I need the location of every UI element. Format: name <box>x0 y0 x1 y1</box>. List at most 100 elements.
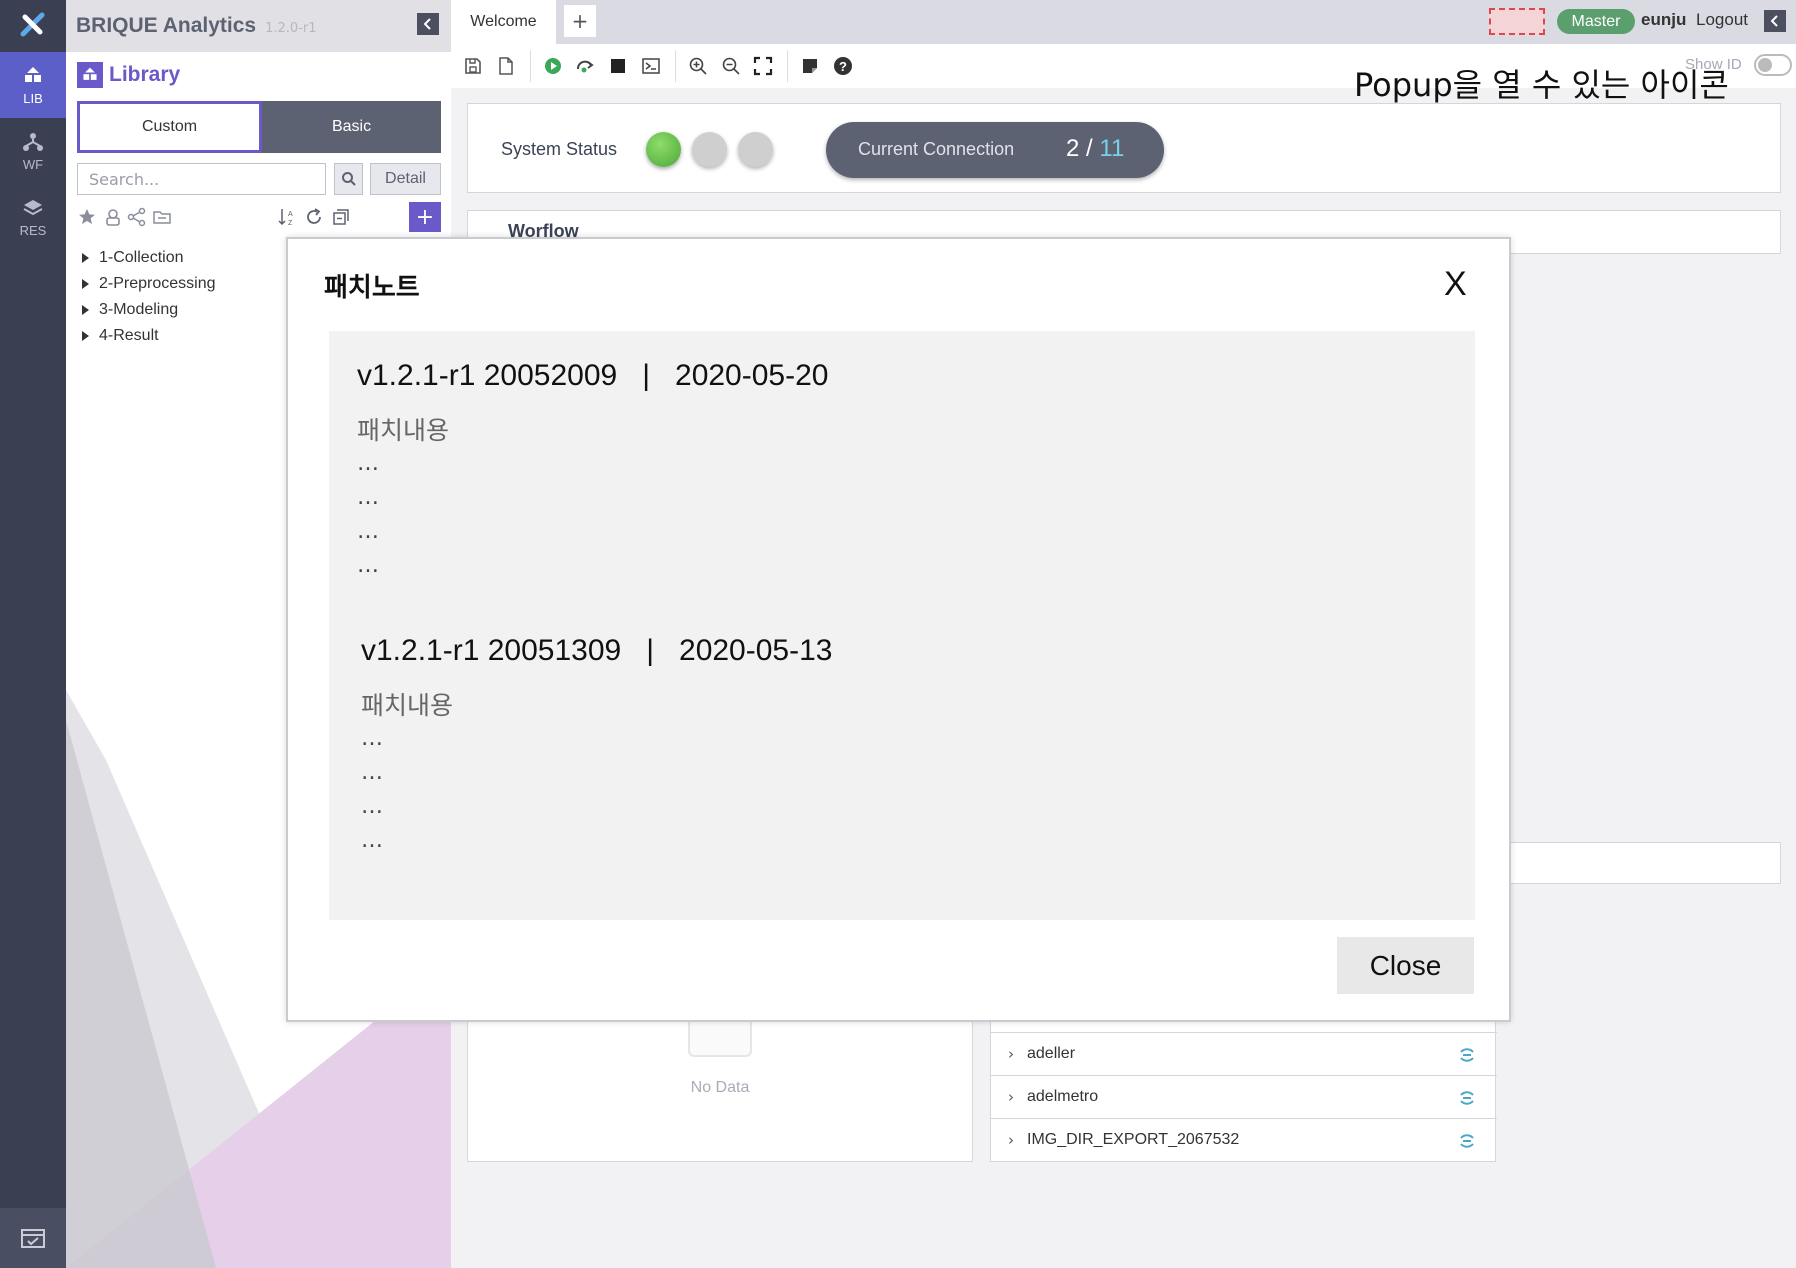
empty-box-icon <box>688 1021 752 1057</box>
collapse-right-button[interactable] <box>1764 10 1786 32</box>
list-item[interactable]: › IMG_DIR_EXPORT_2067532 <box>991 1118 1497 1161</box>
no-data-text: No Data <box>690 1079 750 1096</box>
connection-status-icon[interactable] <box>1457 1088 1477 1108</box>
tree-item-label: 3-Modeling <box>99 301 179 318</box>
library-title: Library <box>109 63 181 86</box>
connection-label: Current Connection <box>858 139 1015 159</box>
icon-rail: LIB WF RES <box>0 0 66 1268</box>
patch-note-line: … <box>357 451 379 476</box>
library-icon <box>77 62 103 88</box>
star-icon[interactable] <box>77 207 97 227</box>
list-item-name: adelmetro <box>1027 1088 1099 1105</box>
rail-item-label: RES <box>19 222 47 238</box>
fit-icon[interactable] <box>751 54 775 78</box>
rail-item-wf[interactable]: WF <box>0 118 66 184</box>
tree-item[interactable]: 4-Result <box>78 323 216 349</box>
tree-item[interactable]: 1-Collection <box>78 245 216 271</box>
logout-link[interactable]: Logout <box>1696 10 1748 30</box>
patch-note-header: v1.2.1-r1 20051309 | 2020-05-13 <box>361 634 833 667</box>
no-data-card: No Data <box>467 1016 973 1162</box>
modal-body: v1.2.1-r1 20052009 | 2020-05-20 패치내용 … …… <box>329 331 1475 920</box>
tab-custom[interactable]: Custom <box>77 101 262 153</box>
add-button[interactable]: + <box>409 202 441 232</box>
popup-trigger-highlight[interactable] <box>1489 8 1545 35</box>
patch-note-line: … <box>361 794 383 819</box>
svg-text:A: A <box>288 211 293 218</box>
close-icon[interactable]: X <box>1444 265 1467 304</box>
folder-icon[interactable] <box>152 207 172 227</box>
run-icon[interactable] <box>541 54 565 78</box>
tree-item[interactable]: 2-Preprocessing <box>78 271 216 297</box>
add-tab-button[interactable]: + <box>564 5 596 37</box>
tab-welcome[interactable]: Welcome <box>451 0 556 44</box>
calendar-icon[interactable] <box>0 1208 66 1268</box>
library-heading: Library <box>77 62 180 88</box>
terminal-icon[interactable] <box>639 54 663 78</box>
patch-note-line: … <box>361 726 383 751</box>
username: eunju <box>1641 10 1687 29</box>
app-version: 1.2.0-r1 <box>265 20 317 36</box>
connection-status-icon[interactable] <box>1457 1131 1477 1151</box>
patch-note-line: … <box>357 485 379 510</box>
refresh-icon[interactable] <box>304 207 324 227</box>
new-file-icon[interactable] <box>494 54 518 78</box>
patch-note-desc: 패치내용 <box>357 416 450 445</box>
app-logo-icon[interactable] <box>0 0 66 50</box>
library-tabs: Custom Basic <box>77 101 441 153</box>
tree-item-label: 1-Collection <box>99 249 184 266</box>
sort-az-icon[interactable]: AZ <box>277 207 297 227</box>
close-button[interactable]: Close <box>1337 937 1474 994</box>
connection-value: 2 / 11 <box>1066 135 1124 163</box>
background-card <box>1509 842 1781 884</box>
connection-max: 11 <box>1099 135 1125 162</box>
search-icon <box>341 172 356 186</box>
connection-status-icon[interactable] <box>1457 1045 1477 1065</box>
note-icon[interactable] <box>798 54 822 78</box>
chevron-right-icon: › <box>1008 1131 1014 1149</box>
svg-text:Z: Z <box>288 220 293 227</box>
rail-item-lib[interactable]: LIB <box>0 52 66 118</box>
zoom-out-icon[interactable] <box>719 54 743 78</box>
resource-icon <box>23 199 43 215</box>
app-title: BRIQUE Analytics <box>76 14 257 37</box>
connection-current: 2 <box>1066 135 1080 162</box>
patch-note: v1.2.1-r1 20051309 | 2020-05-13 패치내용 … …… <box>361 634 832 858</box>
show-id-toggle[interactable] <box>1754 54 1792 76</box>
tree-item[interactable]: 3-Modeling <box>78 297 216 323</box>
caret-right-icon <box>82 253 89 263</box>
tab-basic[interactable]: Basic <box>262 101 441 153</box>
stop-icon[interactable] <box>606 54 630 78</box>
search-input[interactable]: Search... <box>77 163 326 195</box>
rail-item-label: LIB <box>23 90 43 106</box>
user-icon[interactable] <box>103 207 123 227</box>
caret-right-icon <box>82 331 89 341</box>
annotation-text: Popup을 열 수 있는 아이콘 <box>1354 66 1729 104</box>
collapse-panel-button[interactable] <box>417 13 439 35</box>
status-dot-gray <box>692 132 727 167</box>
list-item[interactable]: › adelmetro <box>991 1075 1497 1118</box>
workflow-icon <box>23 132 43 151</box>
save-icon[interactable] <box>461 54 485 78</box>
chevron-right-icon: › <box>1008 1045 1014 1063</box>
patch-notes-modal: 패치노트 X v1.2.1-r1 20052009 | 2020-05-20 패… <box>286 237 1511 1022</box>
patch-note-line: … <box>361 760 383 785</box>
list-item[interactable]: › adeller <box>991 1032 1497 1075</box>
detail-button[interactable]: Detail <box>370 163 441 195</box>
search-button[interactable] <box>334 163 363 195</box>
role-badge: Master <box>1557 9 1635 34</box>
step-run-icon[interactable] <box>573 54 597 78</box>
chevron-right-icon: › <box>1008 1088 1014 1106</box>
library-tools: AZ + <box>77 202 441 232</box>
system-status-label: System Status <box>501 139 618 159</box>
rail-item-res[interactable]: RES <box>0 184 66 250</box>
collapse-icon[interactable] <box>331 207 351 227</box>
zoom-in-icon[interactable] <box>686 54 710 78</box>
help-icon[interactable]: ? <box>831 54 855 78</box>
rail-item-label: WF <box>22 156 44 172</box>
patch-note-line: … <box>361 828 383 853</box>
share-icon[interactable] <box>127 207 147 227</box>
modal-title: 패치노트 <box>324 273 420 303</box>
current-connection-pill: Current Connection 2 / 11 <box>826 122 1164 178</box>
library-tree: 1-Collection 2-Preprocessing 3-Modeling … <box>78 245 216 349</box>
caret-right-icon <box>82 305 89 315</box>
